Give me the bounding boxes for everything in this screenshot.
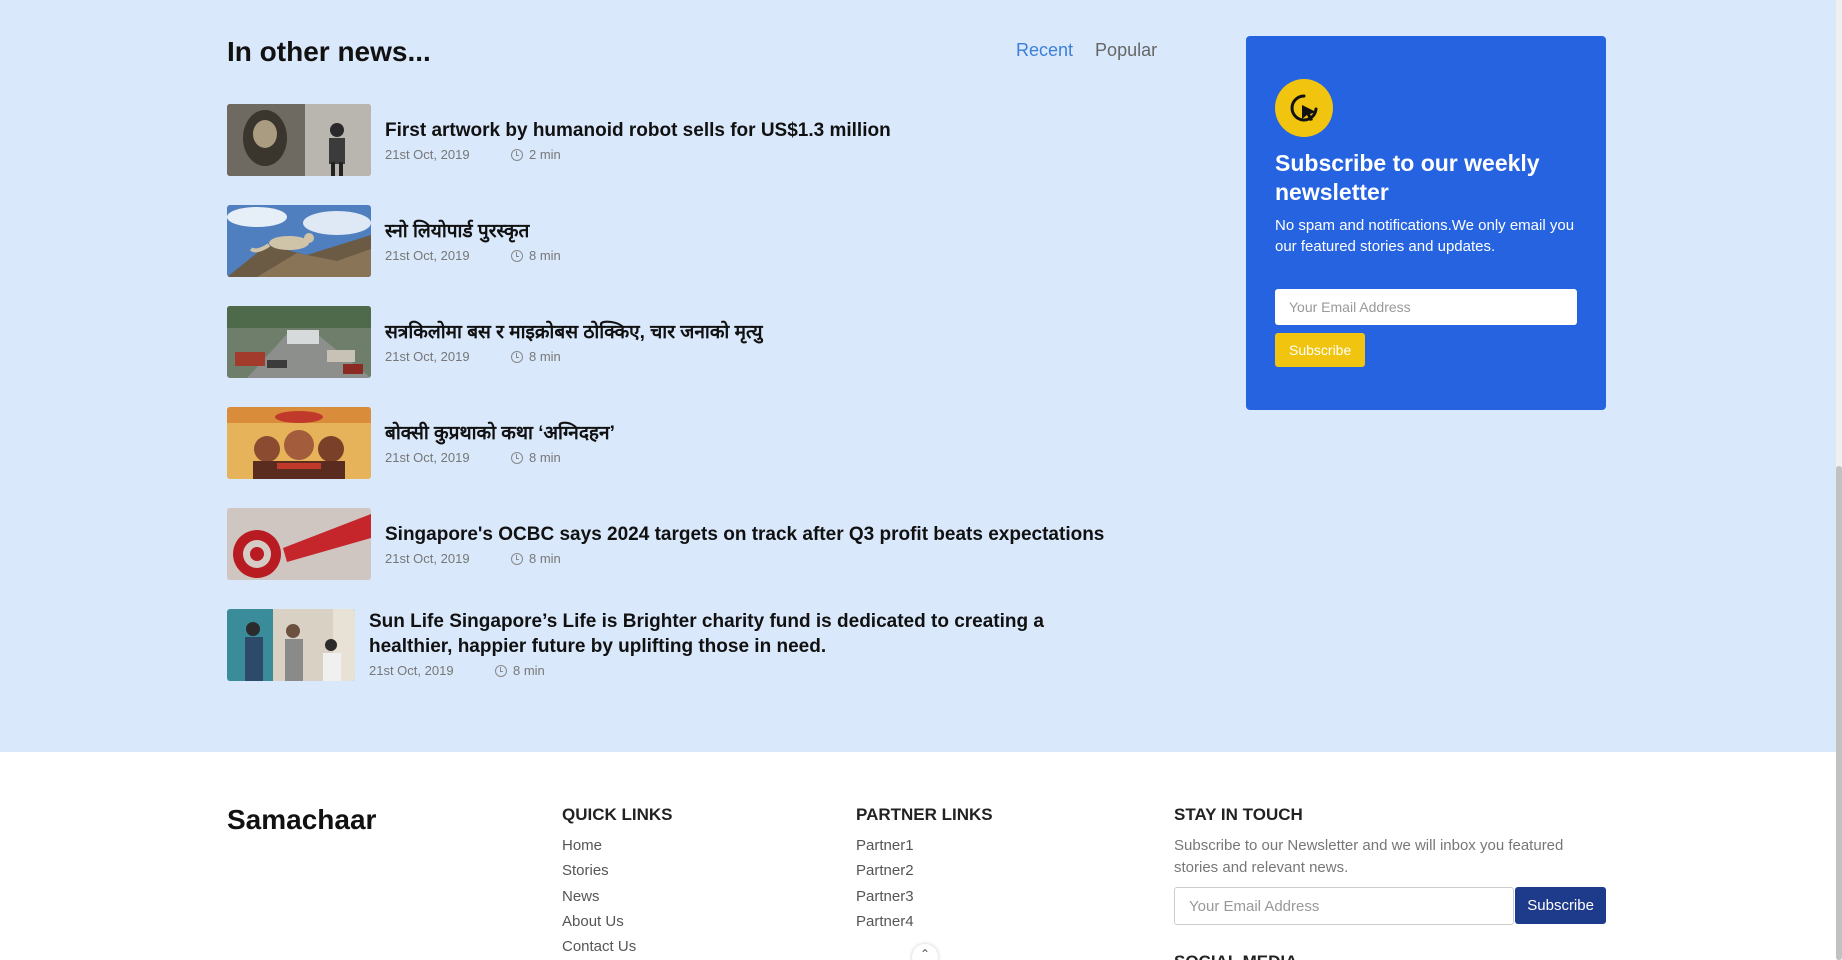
news-title[interactable]: Singapore's OCBC says 2024 targets on tr…	[385, 522, 1104, 547]
page-scrollbar[interactable]	[1836, 0, 1842, 960]
footer-link-home[interactable]: Home	[562, 837, 673, 862]
film-poster-image[interactable]	[227, 407, 371, 479]
clock-icon	[511, 451, 523, 464]
news-tabs: Recent Popular	[1016, 40, 1157, 61]
partner-links-title: PARTNER LINKS	[856, 805, 993, 824]
read-time: 8 min	[529, 349, 561, 364]
social-media-title: SOCIAL MEDIA	[1174, 952, 1297, 960]
newsletter-description: No spam and notifications.We only email …	[1275, 217, 1575, 255]
clock-icon	[495, 664, 507, 677]
footer-link-partner2[interactable]: Partner2	[856, 862, 993, 887]
news-section: In other news... Recent Popular First ar…	[0, 0, 1836, 752]
footer-link-stories[interactable]: Stories	[562, 862, 673, 887]
stay-in-touch-title: STAY IN TOUCH	[1174, 805, 1303, 824]
news-item[interactable]: सत्रकिलोमा बस र माइक्रोबस ठोक्किए, चार ज…	[227, 306, 1127, 407]
news-date: 21st Oct, 2019	[385, 450, 470, 465]
partner-links: PARTNER LINKS Partner1 Partner2 Partner3…	[856, 805, 993, 938]
news-title[interactable]: बोक्सी कुप्रथाको कथा ‘अग्निदहन’	[385, 421, 615, 446]
read-time: 2 min	[529, 147, 561, 162]
clock-icon	[511, 249, 523, 262]
read-time: 8 min	[529, 248, 561, 263]
news-meta: 21st Oct, 2019 2 min	[385, 147, 891, 162]
footer-link-partner1[interactable]: Partner1	[856, 837, 993, 862]
stay-in-touch: STAY IN TOUCH Subscribe to our Newslette…	[1174, 805, 1606, 925]
snow-leopard-image[interactable]	[227, 205, 371, 277]
clock-icon	[511, 552, 523, 565]
news-item[interactable]: Sun Life Singapore’s Life is Brighter ch…	[227, 609, 1127, 710]
robot-artwork-image[interactable]	[227, 104, 371, 176]
news-list: First artwork by humanoid robot sells fo…	[227, 104, 1127, 710]
news-meta: 21st Oct, 2019 8 min	[385, 551, 1104, 566]
news-meta: 21st Oct, 2019 8 min	[385, 349, 763, 364]
newsletter-title: Subscribe to our weekly newsletter	[1275, 150, 1540, 205]
charity-event-image[interactable]	[227, 609, 355, 681]
section-title: In other news...	[227, 36, 431, 67]
footer-subscribe-form: Subscribe	[1174, 887, 1606, 925]
clock-icon	[511, 148, 523, 161]
news-item[interactable]: Singapore's OCBC says 2024 targets on tr…	[227, 508, 1127, 609]
news-date: 21st Oct, 2019	[369, 663, 454, 678]
scrollbar-thumb[interactable]	[1836, 466, 1842, 960]
clock-icon	[511, 350, 523, 363]
news-item[interactable]: बोक्सी कुप्रथाको कथा ‘अग्निदहन’ 21st Oct…	[227, 407, 1127, 508]
tab-recent[interactable]: Recent	[1016, 40, 1073, 61]
newsletter-email-input[interactable]	[1275, 289, 1577, 325]
stay-in-touch-description: Subscribe to our Newsletter and we will …	[1174, 837, 1564, 876]
news-title[interactable]: स्नो लियोपार्ड पुरस्कृत	[385, 219, 561, 244]
quick-links-title: QUICK LINKS	[562, 805, 673, 824]
news-meta: 21st Oct, 2019 8 min	[369, 663, 1089, 678]
quick-links: QUICK LINKS Home Stories News About Us C…	[562, 805, 673, 960]
footer: Samachaar QUICK LINKS Home Stories News …	[0, 752, 1836, 960]
news-meta: 21st Oct, 2019 8 min	[385, 450, 615, 465]
news-title[interactable]: Sun Life Singapore’s Life is Brighter ch…	[369, 609, 1089, 659]
news-title[interactable]: सत्रकिलोमा बस र माइक्रोबस ठोक्किए, चार ज…	[385, 320, 763, 345]
read-time: 8 min	[529, 551, 561, 566]
news-item[interactable]: स्नो लियोपार्ड पुरस्कृत 21st Oct, 2019 8…	[227, 205, 1127, 306]
news-item[interactable]: First artwork by humanoid robot sells fo…	[227, 104, 1127, 205]
ocbc-logo-image[interactable]	[227, 508, 371, 580]
read-time: 8 min	[513, 663, 545, 678]
news-title[interactable]: First artwork by humanoid robot sells fo…	[385, 118, 891, 143]
footer-link-about-us[interactable]: About Us	[562, 913, 673, 938]
news-date: 21st Oct, 2019	[385, 248, 470, 263]
bus-accident-image[interactable]	[227, 306, 371, 378]
footer-link-news[interactable]: News	[562, 888, 673, 913]
read-time: 8 min	[529, 450, 561, 465]
news-meta: 21st Oct, 2019 8 min	[385, 248, 561, 263]
footer-link-contact-us[interactable]: Contact Us	[562, 938, 673, 960]
footer-link-partner3[interactable]: Partner3	[856, 888, 993, 913]
news-date: 21st Oct, 2019	[385, 147, 470, 162]
newsletter-subscribe-button[interactable]: Subscribe	[1275, 333, 1366, 367]
footer-brand: Samachaar	[227, 804, 377, 835]
chevron-up-icon[interactable]: ⌃	[912, 944, 938, 960]
tab-popular[interactable]: Popular	[1095, 40, 1157, 61]
footer-subscribe-button[interactable]: Subscribe	[1515, 887, 1606, 924]
cursor-click-icon	[1275, 79, 1333, 137]
footer-link-partner4[interactable]: Partner4	[856, 913, 993, 938]
newsletter-card: Subscribe to our weekly newsletter No sp…	[1246, 36, 1606, 410]
footer-email-input[interactable]	[1174, 887, 1515, 925]
news-date: 21st Oct, 2019	[385, 349, 470, 364]
news-date: 21st Oct, 2019	[385, 551, 470, 566]
